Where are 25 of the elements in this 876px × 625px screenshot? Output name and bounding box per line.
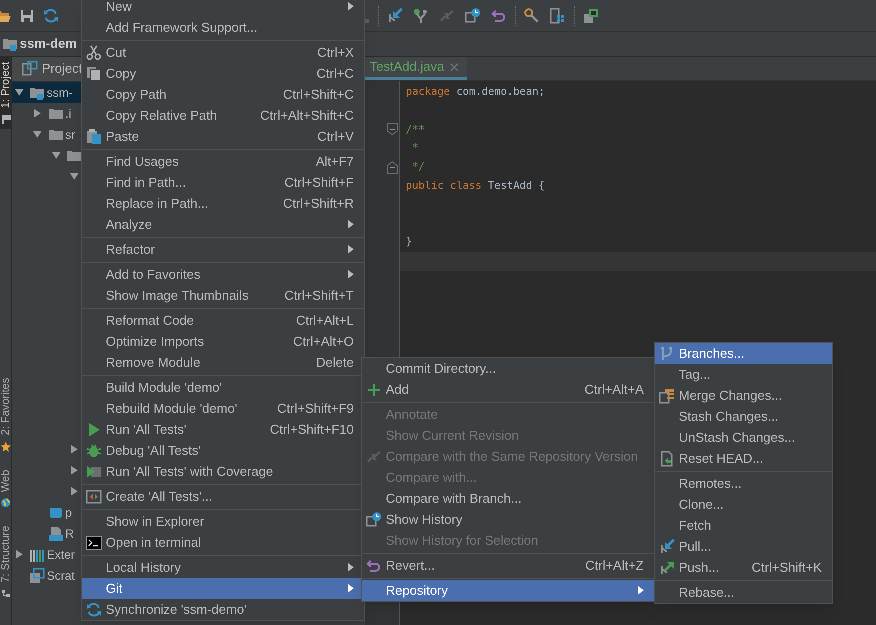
- shortcut-label: Ctrl+Shift+F10: [270, 420, 354, 439]
- shortcut-label: Delete: [316, 354, 354, 372]
- shortcut-label: Ctrl+Shift+C: [283, 86, 354, 104]
- shortcut-label: Ctrl+Alt+O: [293, 332, 354, 351]
- shortcut-label: Ctrl+C: [316, 64, 354, 83]
- shortcut-label: Ctrl+Alt+A: [584, 380, 644, 399]
- shortcut-label: Ctrl+Alt+Z: [585, 556, 644, 575]
- shortcut-label: Ctrl+Shift+K: [752, 558, 822, 577]
- shortcut-label: Alt+F7: [316, 152, 354, 171]
- tree-label: Exter: [47, 546, 76, 564]
- shortcut-label: Ctrl+Shift+T: [284, 286, 354, 305]
- tree-label: .i: [66, 106, 72, 122]
- tree-label: Scrat: [47, 568, 76, 584]
- tree-label: p: [66, 504, 72, 522]
- shortcut-label: Ctrl+Shift+F9: [277, 400, 354, 418]
- tree-label: ssm-: [47, 84, 73, 102]
- shortcut-label: Ctrl+Shift+F: [284, 174, 354, 192]
- shortcut-label: Ctrl+V: [318, 128, 354, 146]
- code-text: package com.demo.bean; /** * */ public class TestAdd { }: [405, 85, 546, 250]
- tree-label: R: [66, 526, 74, 542]
- tree-label: sr: [66, 126, 76, 144]
- shortcut-label: Ctrl+Shift+R: [283, 194, 354, 213]
- shortcut-label: Ctrl+X: [318, 44, 354, 62]
- shortcut-label: Ctrl+Alt+L: [296, 312, 354, 330]
- shortcut-label: Ctrl+Alt+Shift+C: [260, 106, 354, 125]
